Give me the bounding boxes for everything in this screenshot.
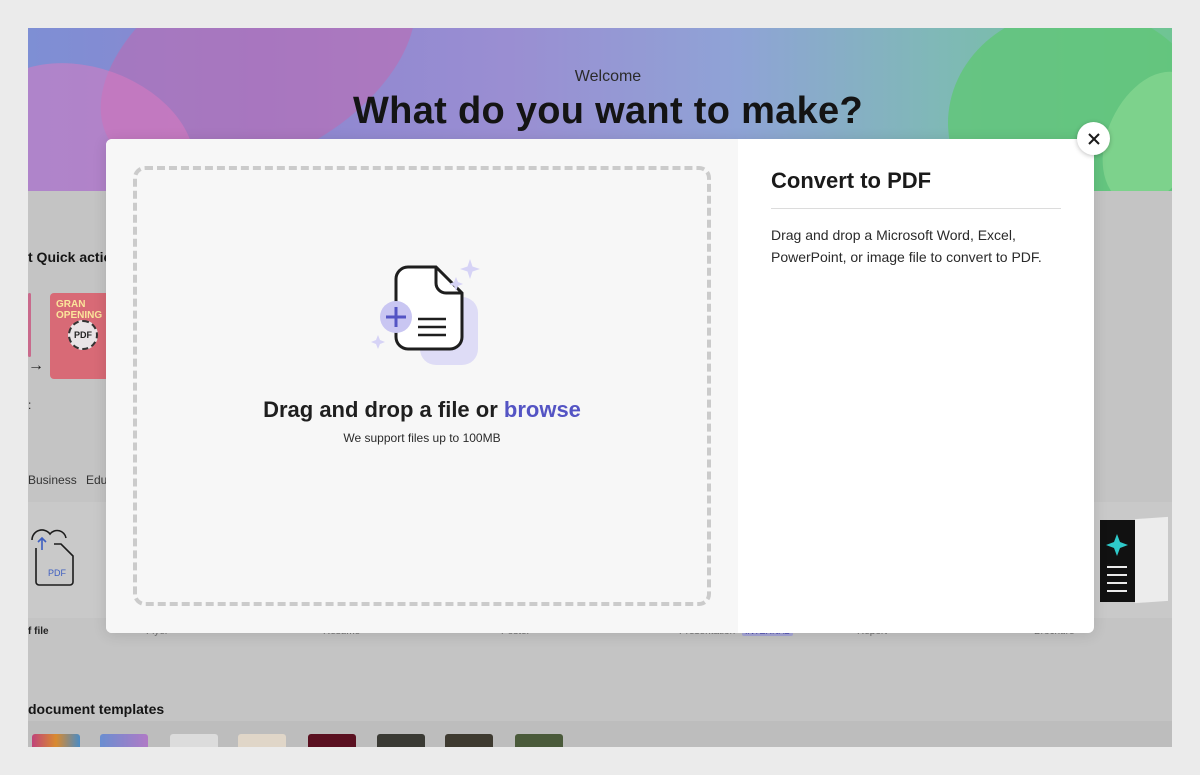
add-document-icon [371, 259, 480, 365]
close-button[interactable] [1077, 122, 1110, 155]
convert-to-pdf-dialog: Drag and drop a file or browse We suppor… [106, 139, 1094, 633]
drop-area[interactable]: Drag and drop a file or browse We suppor… [106, 139, 738, 633]
close-icon [1087, 132, 1100, 145]
browse-link[interactable]: browse [504, 397, 581, 422]
drop-zone[interactable] [133, 166, 711, 606]
dialog-description: Drag and drop a Microsoft Word, Excel, P… [771, 227, 1042, 265]
info-panel: Convert to PDF Drag and drop a Microsoft… [771, 167, 1061, 268]
drop-title-text: Drag and drop a file or [263, 397, 504, 422]
dialog-title: Convert to PDF [771, 168, 932, 193]
file-size-limit: We support files up to 100MB [343, 431, 501, 445]
divider [771, 208, 1061, 209]
drop-title: Drag and drop a file or browse [106, 397, 738, 423]
